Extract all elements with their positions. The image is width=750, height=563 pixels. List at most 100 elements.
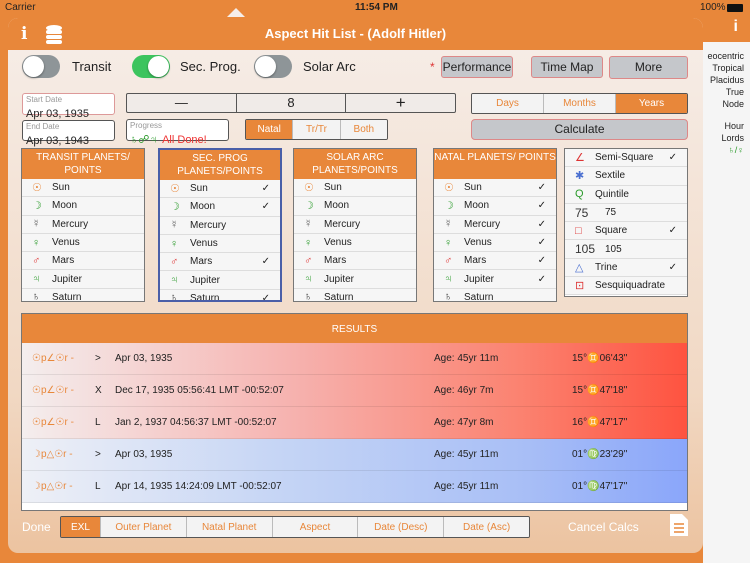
moon-glyph-icon: ☽ (304, 200, 314, 213)
aspect-glyph-icon: ⊡ (575, 280, 585, 293)
segment-natal[interactable]: Natal (246, 120, 294, 139)
aspect-row-square[interactable]: □ Square ✓ (565, 222, 687, 241)
time-map-button[interactable]: Time Map (531, 56, 603, 78)
planet-row-moon[interactable]: ☽ Moon (294, 197, 416, 216)
sec-prog-toggle[interactable] (132, 55, 170, 78)
planet-row-mars[interactable]: ♂ Mars (22, 252, 144, 271)
aspect-row-semi-square[interactable]: ∠ Semi-Square ✓ (565, 149, 687, 168)
solar-arc-toggle[interactable] (254, 55, 292, 78)
planet-row-jupiter[interactable]: ♃ Jupiter ✓ (434, 270, 556, 289)
planet-row-venus[interactable]: ♀ Venus (294, 233, 416, 253)
planet-row-mercury[interactable]: ☿ Mercury ✓ (434, 215, 556, 234)
planet-row-saturn[interactable]: ♄ Saturn (294, 288, 416, 301)
background-info-icon[interactable]: i (703, 18, 750, 42)
sun-glyph-icon: ☉ (32, 182, 42, 195)
start-date-field[interactable]: Start Date Apr 03, 1935 (22, 93, 115, 120)
planet-row-jupiter[interactable]: ♃ Jupiter (22, 270, 144, 289)
decrement-button[interactable]: — (127, 94, 237, 112)
aspect-row-trine[interactable]: △ Trine ✓ (565, 258, 687, 278)
segment-days[interactable]: Days (472, 94, 544, 113)
planet-name: Jupiter (52, 273, 83, 285)
performance-button[interactable]: Performance (441, 56, 513, 78)
aspect-glyph-icon: △ (575, 261, 584, 274)
planet-row-mars[interactable]: ♂ Mars (294, 252, 416, 271)
segment-tr-tr[interactable]: Tr/Tr (293, 120, 341, 139)
info-icon[interactable]: i (21, 18, 27, 50)
result-row[interactable]: ☉p∠☉r - X Dec 17, 1935 05:56:41 LMT -00:52… (22, 375, 687, 407)
planet-row-jupiter[interactable]: ♃ Jupiter (294, 270, 416, 289)
planet-row-venus[interactable]: ♀ Venus (160, 234, 280, 254)
planet-row-moon[interactable]: ☽ Moon (22, 197, 144, 216)
more-button[interactable]: More (609, 56, 688, 79)
sort-aspect[interactable]: Aspect (272, 517, 359, 537)
planet-row-mars[interactable]: ♂ Mars ✓ (160, 253, 280, 272)
segment-both[interactable]: Both (340, 120, 387, 139)
aspect-hit-list-modal: Aspect Hit List - (Adolf Hitler) i Trans… (8, 18, 703, 553)
planet-row-sun[interactable]: ☉ Sun ✓ (434, 179, 556, 198)
planet-name: Jupiter (464, 273, 495, 285)
aspect-row-sesquiquadrate[interactable]: ⊡ Sesquiquadrate (565, 277, 687, 296)
planet-row-moon[interactable]: ☽ Moon ✓ (434, 197, 556, 216)
aspect-row-75[interactable]: 75 75 (565, 203, 687, 223)
result-row[interactable]: ☉p∠☉r - > Apr 03, 1935 Age: 45yr 11m 15°♊06'… (22, 343, 687, 375)
aspect-row-quintile[interactable]: Q Quintile (565, 185, 687, 204)
planet-name: Sun (464, 182, 482, 194)
progress-glyphs: ♄☍♃ (130, 134, 158, 146)
planet-row-mercury[interactable]: ☿ Mercury (22, 215, 144, 234)
mercury-glyph-icon: ☿ (444, 218, 453, 231)
done-button[interactable]: Done (22, 520, 51, 534)
hit-date: Apr 14, 1935 14:24:09 LMT -00:52:07 (115, 481, 282, 492)
jupiter-glyph-icon: ♃ (32, 273, 41, 286)
venus-glyph-icon: ♀ (444, 236, 453, 249)
end-date-field[interactable]: End Date Apr 03, 1943 (22, 120, 115, 147)
mercury-glyph-icon: ☿ (304, 218, 313, 231)
chart-setting: True Node (722, 87, 744, 109)
planet-row-sun[interactable]: ☉ Sun (294, 179, 416, 198)
document-icon[interactable] (670, 514, 688, 536)
planet-name: Venus (52, 237, 80, 249)
segment-months[interactable]: Months (544, 94, 616, 113)
hit-type: X (95, 385, 102, 396)
planet-row-mercury[interactable]: ☿ Mercury (160, 216, 280, 235)
sort-outer-planet[interactable]: Outer Planet (101, 517, 187, 537)
required-asterisk: * (430, 60, 435, 74)
planet-name: Sun (190, 183, 208, 195)
result-row[interactable]: ☽p△☉r - > Apr 03, 1935 Age: 45yr 11m 01°♍23'… (22, 439, 687, 471)
planet-row-saturn[interactable]: ♄ Saturn (22, 288, 144, 302)
increment-button[interactable]: + (346, 94, 455, 112)
year-stepper: — 8 + (126, 93, 456, 113)
planet-row-jupiter[interactable]: ♃ Jupiter (160, 271, 280, 290)
transit-toggle[interactable] (22, 55, 60, 78)
planet-row-moon[interactable]: ☽ Moon ✓ (160, 198, 280, 217)
planet-row-sun[interactable]: ☉ Sun (22, 179, 144, 198)
planet-row-mercury[interactable]: ☿ Mercury (294, 215, 416, 234)
segment-years[interactable]: Years (616, 94, 687, 113)
planet-row-saturn[interactable]: ♄ Saturn (434, 288, 556, 301)
planet-row-sun[interactable]: ☉ Sun ✓ (160, 180, 280, 199)
planet-row-venus[interactable]: ♀ Venus ✓ (434, 233, 556, 253)
calculate-button[interactable]: Calculate (471, 119, 688, 140)
result-row[interactable]: ☉p∠☉r - L Jan 2, 1937 04:56:37 LMT -00:52:… (22, 407, 687, 439)
position: 01°♍23'29" (572, 449, 628, 460)
transit-planets-table: TRANSIT PLANETS/ POINTS ☉ Sun ☽ Moon ☿ Mercury… (21, 148, 145, 302)
sort-date-desc[interactable]: Date (Desc) (358, 517, 445, 537)
database-icon[interactable] (46, 24, 62, 44)
cancel-calcs-button[interactable]: Cancel Calcs (568, 520, 639, 534)
hit-date: Apr 03, 1935 (115, 449, 173, 460)
planet-name: Jupiter (324, 273, 355, 285)
sort-natal-planet[interactable]: Natal Planet (186, 517, 273, 537)
planet-row-mars[interactable]: ♂ Mars ✓ (434, 252, 556, 271)
planet-name: Saturn (52, 291, 82, 302)
result-row[interactable]: ☽p△☉r - L Apr 14, 1935 14:24:09 LMT -00:52… (22, 471, 687, 503)
planet-row-venus[interactable]: ♀ Venus (22, 233, 144, 253)
sec-prog-planets-table: SEC. PROG PLANETS/POINTS ☉ Sun ✓ ☽ Moon ✓ ☿ Merc… (158, 148, 282, 302)
planet-row-saturn[interactable]: ♄ Saturn ✓ (160, 289, 280, 300)
aspect-row-105[interactable]: 105 105 (565, 240, 687, 259)
sort-date-asc[interactable]: Date (Asc) (444, 517, 529, 537)
aspect-row-sextile[interactable]: ✱ Sextile (565, 167, 687, 186)
start-date-value: Apr 03, 1935 (26, 108, 89, 120)
aspect-glyphs: ☽p△☉r - (32, 481, 73, 492)
venus-glyph-icon: ♀ (32, 236, 41, 249)
sort-exl[interactable]: EXL (61, 517, 101, 537)
clock: 11:54 PM (355, 2, 398, 13)
